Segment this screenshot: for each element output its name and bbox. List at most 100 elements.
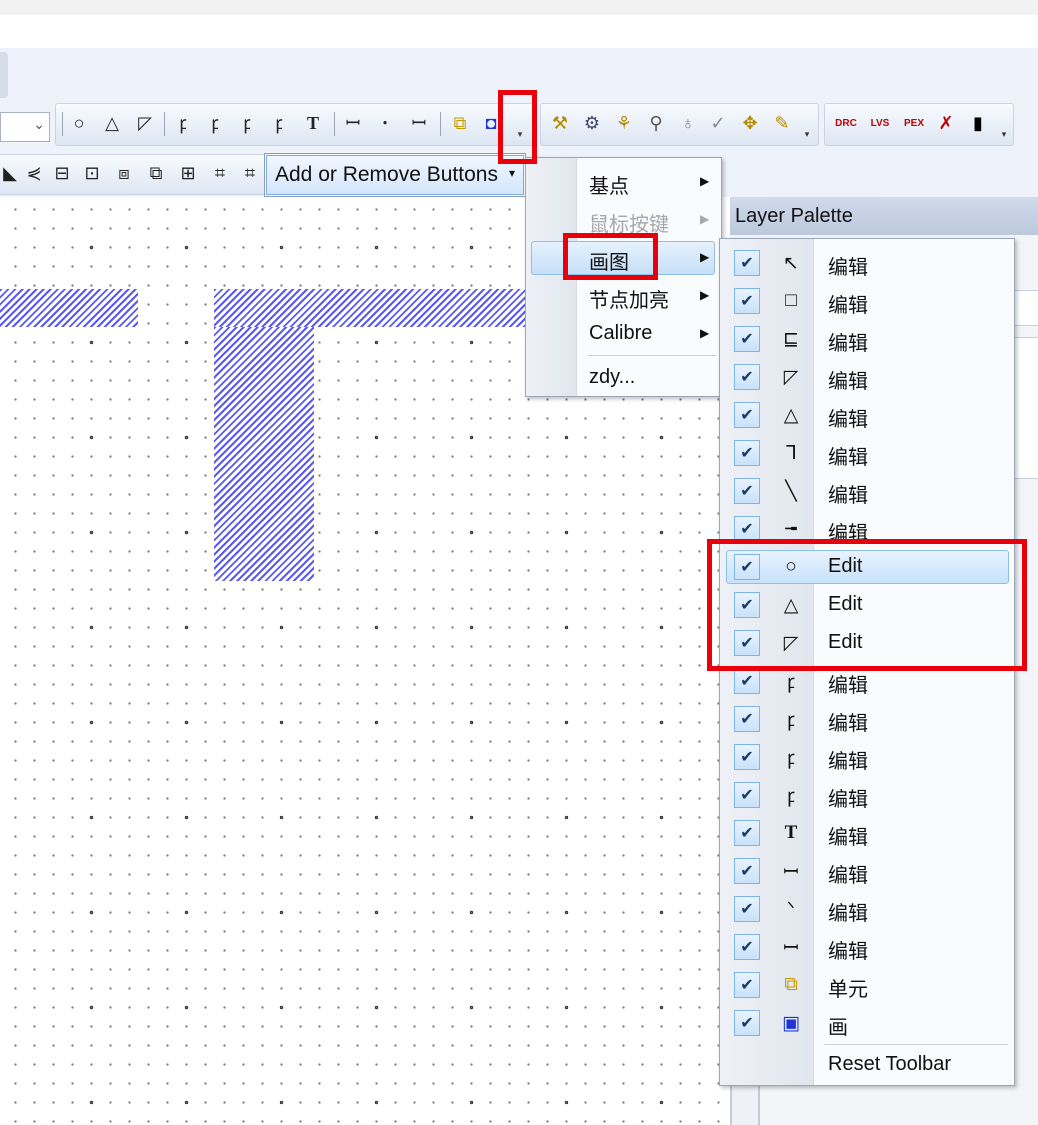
check-icon[interactable]: ✔: [734, 554, 760, 580]
check-icon[interactable]: ✔: [734, 896, 760, 922]
button-toggle-row[interactable]: ✔ ○ Edit: [720, 548, 1014, 586]
toolbar-options-grip[interactable]: ▾: [803, 118, 811, 140]
check-tool-icon[interactable]: ✓: [705, 110, 731, 136]
check-icon[interactable]: ✔: [734, 364, 760, 390]
button-toggle-row[interactable]: ✔ ◸ 编辑: [720, 358, 1014, 396]
check-icon[interactable]: ✔: [734, 516, 760, 542]
check-icon[interactable]: ✔: [734, 934, 760, 960]
text-icon[interactable]: T: [300, 110, 326, 136]
align3-icon[interactable]: ⊟: [49, 160, 75, 186]
text-icon: T: [784, 822, 798, 843]
button-toggle-row[interactable]: ✔ ◸ Edit: [720, 624, 1014, 662]
button-toggle-row[interactable]: ✔ □ 编辑: [720, 282, 1014, 320]
square-dot-icon[interactable]: ◘: [478, 110, 504, 136]
hatched-shape-left[interactable]: [0, 289, 138, 327]
menu-item-draw[interactable]: 画图 ▶: [526, 240, 721, 276]
align2-icon[interactable]: ⋞: [21, 160, 47, 186]
button-toggle-row[interactable]: ✔ ╼ 编辑: [720, 510, 1014, 548]
button-toggle-row[interactable]: ✔ ᐠ 编辑: [720, 890, 1014, 928]
button-toggle-row[interactable]: ✔ ꝼ 编辑: [720, 662, 1014, 700]
reset-toolbar-item[interactable]: Reset Toolbar: [828, 1053, 951, 1076]
check-icon[interactable]: ✔: [734, 706, 760, 732]
check-icon[interactable]: ✔: [734, 440, 760, 466]
check-icon[interactable]: ✔: [734, 402, 760, 428]
rectangle-icon: □: [785, 290, 797, 311]
pb4-icon[interactable]: ꝼ: [266, 110, 292, 136]
zoom-icon[interactable]: ⚲: [643, 110, 669, 136]
align9-icon[interactable]: ⌗: [237, 160, 263, 186]
slanted-shape-icon[interactable]: ◸: [132, 110, 158, 136]
move-icon[interactable]: ✥: [737, 110, 763, 136]
menu-item-calibre[interactable]: Calibre ▶: [526, 316, 721, 352]
row-highlight: [726, 550, 1009, 584]
check-icon[interactable]: ✔: [734, 250, 760, 276]
check-icon[interactable]: ✔: [734, 630, 760, 656]
toolbar-options-grip[interactable]: ▾: [516, 118, 524, 140]
ruler3-icon[interactable]: ꟷ: [406, 110, 432, 136]
check-icon[interactable]: ✔: [734, 782, 760, 808]
button-toggle-row[interactable]: ✔ ↖ 编辑: [720, 244, 1014, 282]
check-icon[interactable]: ✔: [734, 1010, 760, 1036]
align7-icon[interactable]: ⊞: [175, 160, 201, 186]
layer-combo[interactable]: ⌄: [0, 112, 50, 142]
check-icon[interactable]: ✔: [734, 288, 760, 314]
button-toggle-row[interactable]: ✔ ꝼ 编辑: [720, 700, 1014, 738]
console-icon[interactable]: ▮: [965, 110, 991, 136]
slanted-shape-icon: ◸: [783, 632, 799, 654]
hatched-shape-stem[interactable]: [214, 327, 314, 581]
dropdown-arrow-icon: ▾: [509, 166, 516, 180]
button-toggle-row[interactable]: ✔ ꝼ 编辑: [720, 776, 1014, 814]
tool2-icon[interactable]: ⚙: [579, 110, 605, 136]
circle-icon[interactable]: ○: [66, 110, 92, 136]
toolbar-options-grip[interactable]: ▾: [1000, 118, 1008, 140]
settings-icon[interactable]: ✗: [933, 110, 959, 136]
button-toggle-row[interactable]: ✔ ⊑ 编辑: [720, 320, 1014, 358]
ruler2-icon[interactable]: ꞏ: [372, 110, 398, 136]
add-remove-buttons-dropdown[interactable]: Add or Remove Buttons ▾: [264, 153, 526, 197]
row-label: 编辑: [828, 789, 868, 811]
lvs-icon[interactable]: LVS: [867, 110, 893, 136]
check-icon[interactable]: ✔: [734, 592, 760, 618]
align5-icon[interactable]: ⧈: [111, 160, 137, 186]
tool1-icon[interactable]: ⚒: [547, 110, 573, 136]
hatched-shape-top[interactable]: [214, 289, 526, 327]
button-toggle-row[interactable]: ✔ △ Edit: [720, 586, 1014, 624]
binoculars-icon[interactable]: ⚘: [611, 110, 637, 136]
chevron-down-icon[interactable]: ⌄: [33, 116, 45, 133]
align1-icon[interactable]: ◣: [0, 160, 23, 186]
button-toggle-row[interactable]: ✔ ╲ 编辑: [720, 472, 1014, 510]
button-toggle-row[interactable]: ✔ ꟷ 编辑: [720, 928, 1014, 966]
instance-icon[interactable]: ⧉: [447, 110, 473, 136]
button-toggle-row[interactable]: ✔ ▣ 画: [720, 1004, 1014, 1042]
pb2-icon[interactable]: ꝼ: [202, 110, 228, 136]
button-toggle-row[interactable]: ✔ ᒣ 编辑: [720, 434, 1014, 472]
check-icon[interactable]: ✔: [734, 820, 760, 846]
align6-icon[interactable]: ⧉: [143, 160, 169, 186]
pb1-icon[interactable]: ꝼ: [170, 110, 196, 136]
ruler1-icon[interactable]: ꟷ: [340, 110, 366, 136]
pb3-icon[interactable]: ꝼ: [234, 110, 260, 136]
menu-item-node-highlight[interactable]: 节点加亮 ▶: [526, 278, 721, 314]
menu-item-jidian[interactable]: 基点 ▶: [526, 164, 721, 200]
button-toggle-row[interactable]: ✔ ꝼ 编辑: [720, 738, 1014, 776]
wrench-icon[interactable]: ✎: [769, 110, 795, 136]
button-toggle-row[interactable]: ✔ △ 编辑: [720, 396, 1014, 434]
check-icon[interactable]: ✔: [734, 858, 760, 884]
bulb-icon[interactable]: ♁: [675, 110, 701, 136]
pex-icon[interactable]: PEX: [901, 110, 927, 136]
button-toggle-row[interactable]: ✔ ⧉ 单元: [720, 966, 1014, 1004]
check-icon[interactable]: ✔: [734, 668, 760, 694]
button-toggle-row[interactable]: ✔ T 编辑: [720, 814, 1014, 852]
check-icon[interactable]: ✔: [734, 972, 760, 998]
check-icon[interactable]: ✔: [734, 744, 760, 770]
circle-icon: ○: [785, 556, 797, 577]
menu-item-zdy[interactable]: zdy...: [526, 360, 721, 396]
drc-icon[interactable]: DRC: [833, 110, 859, 136]
button-toggle-row[interactable]: ✔ ꟷ 编辑: [720, 852, 1014, 890]
align4-icon[interactable]: ⊡: [79, 160, 105, 186]
scrollbar[interactable]: [730, 1086, 760, 1125]
align8-icon[interactable]: ⌗: [207, 160, 233, 186]
check-icon[interactable]: ✔: [734, 326, 760, 352]
triangle-icon[interactable]: △: [99, 110, 125, 136]
check-icon[interactable]: ✔: [734, 478, 760, 504]
